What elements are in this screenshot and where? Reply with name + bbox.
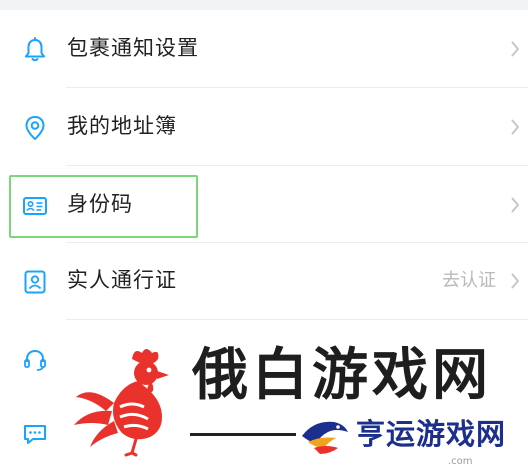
watermark-title: 俄白游戏网: [192, 343, 492, 408]
chevron-right-icon: [511, 119, 520, 135]
location-pin-icon: [25, 116, 45, 140]
watermark-underline: [190, 433, 296, 436]
watermark-rooster-logo: [74, 349, 169, 457]
watermark-bird-logo: [302, 421, 348, 454]
headset-icon: [24, 349, 46, 371]
menu-item-label: 实人通行证: [67, 268, 177, 292]
menu-item-label: 包裹通知设置: [67, 36, 199, 60]
chevron-right-icon: [511, 197, 520, 213]
watermark-domain: .com: [448, 456, 473, 467]
menu-item-address-book[interactable]: 我的地址簿: [0, 88, 528, 166]
person-badge-icon: [24, 270, 46, 294]
bell-icon: [25, 37, 45, 62]
chevron-right-icon: [511, 273, 520, 289]
highlight-box: [9, 175, 198, 238]
menu-item-package-notification[interactable]: 包裹通知设置: [0, 10, 528, 88]
watermark-subtitle: 亨运游戏网: [356, 417, 507, 451]
chevron-right-icon: [511, 41, 520, 57]
menu-item-label: 我的地址簿: [67, 114, 177, 138]
menu-item-real-person-pass[interactable]: 实人通行证 去认证: [0, 242, 528, 320]
chat-bubble-icon: [24, 425, 46, 444]
top-spacer: [0, 0, 528, 10]
verify-status: 去认证: [442, 270, 496, 291]
